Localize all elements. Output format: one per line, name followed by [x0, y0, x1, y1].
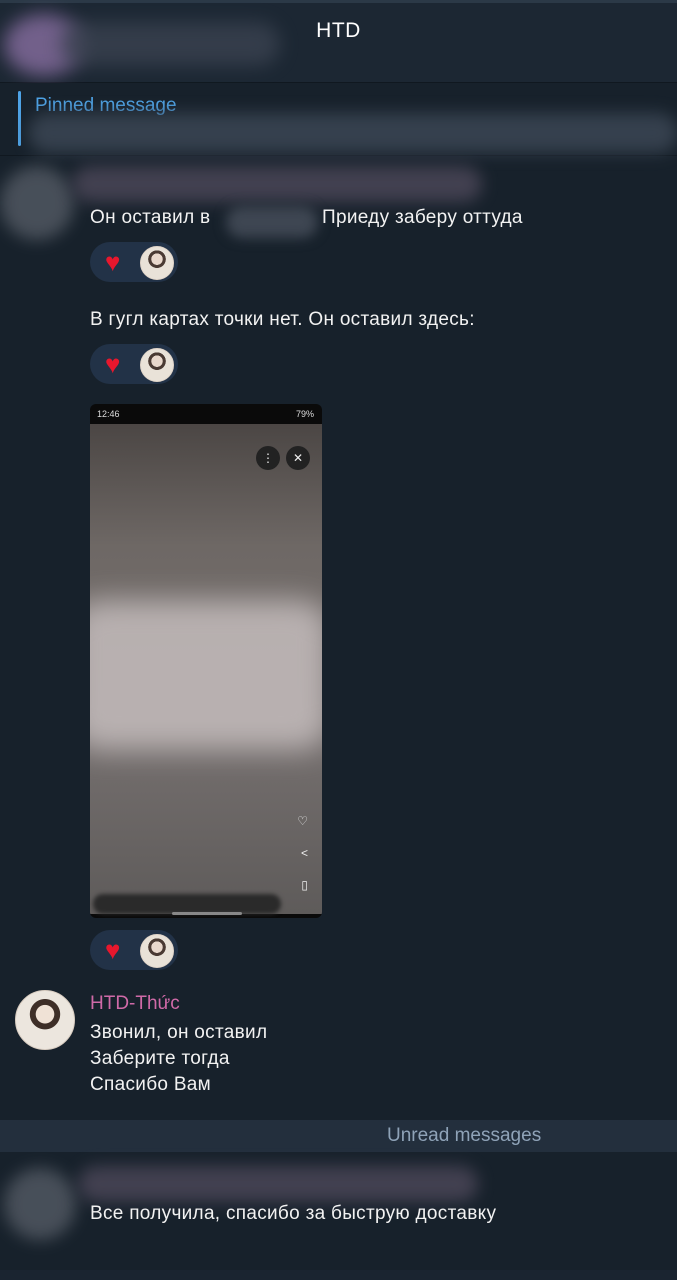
chat-window: HTD Pinned message Он оставил в Приеду з…: [0, 0, 677, 1280]
message-line: Звонил, он оставил: [90, 1022, 268, 1043]
heart-icon: ♥: [105, 349, 121, 379]
reaction-chip[interactable]: ♥: [90, 930, 178, 970]
message-text: Все получила, спасибо за быструю доставк…: [90, 1203, 497, 1224]
heart-icon: ♥: [105, 247, 121, 277]
photo-redacted-area: [90, 600, 322, 750]
sender-name[interactable]: HTD-Thức: [90, 993, 180, 1015]
message-text-part: Приеду заберу оттуда: [322, 207, 523, 228]
reactor-avatar: [140, 934, 174, 968]
heart-icon: ♥: [105, 935, 121, 965]
message-text: В гугл картах точки нет. Он оставил здес…: [90, 309, 475, 330]
photo-content: ⋮ ✕ ♡ < ▯: [90, 424, 322, 914]
photo-status-battery: 79%: [295, 409, 314, 419]
message-line: Спасибо Вам: [90, 1074, 212, 1095]
reactor-avatar: [140, 246, 174, 280]
photo-status-time: 12:46: [97, 409, 120, 419]
message-text-part: Он оставил в: [90, 207, 211, 228]
sender-name-redacted: [72, 166, 482, 202]
message-line: Заберите тогда: [90, 1048, 230, 1069]
close-icon: ✕: [286, 446, 310, 470]
pinned-accent-bar: [18, 91, 21, 146]
more-vert-icon: ⋮: [256, 446, 280, 470]
heart-outline-icon: ♡: [297, 814, 308, 828]
chat-title[interactable]: HTD: [0, 19, 677, 43]
sender-avatar-redacted[interactable]: [0, 166, 74, 240]
redacted-place: [226, 206, 318, 238]
sender-avatar[interactable]: [15, 990, 75, 1050]
pinned-message-bar[interactable]: Pinned message: [0, 83, 677, 156]
bookmark-icon: ▯: [301, 878, 308, 892]
photo-bottom-bar-redacted: [93, 894, 281, 914]
pinned-text-redacted: [28, 113, 677, 153]
reaction-chip[interactable]: ♥: [90, 344, 178, 384]
unread-label: Unread messages: [387, 1125, 542, 1146]
share-icon: <: [300, 846, 308, 860]
reactor-avatar: [140, 348, 174, 382]
unread-divider: Unread messages: [0, 1120, 677, 1152]
sender-avatar-redacted[interactable]: [4, 1168, 76, 1240]
home-indicator: [172, 912, 242, 915]
reaction-chip[interactable]: ♥: [90, 242, 178, 282]
top-divider: [0, 0, 677, 3]
photo-message[interactable]: 12:46 79% ⋮ ✕ ♡ < ▯: [90, 404, 322, 918]
sender-name-redacted: [78, 1166, 478, 1202]
bottom-edge: [0, 1270, 677, 1280]
chat-header[interactable]: HTD: [0, 0, 677, 83]
